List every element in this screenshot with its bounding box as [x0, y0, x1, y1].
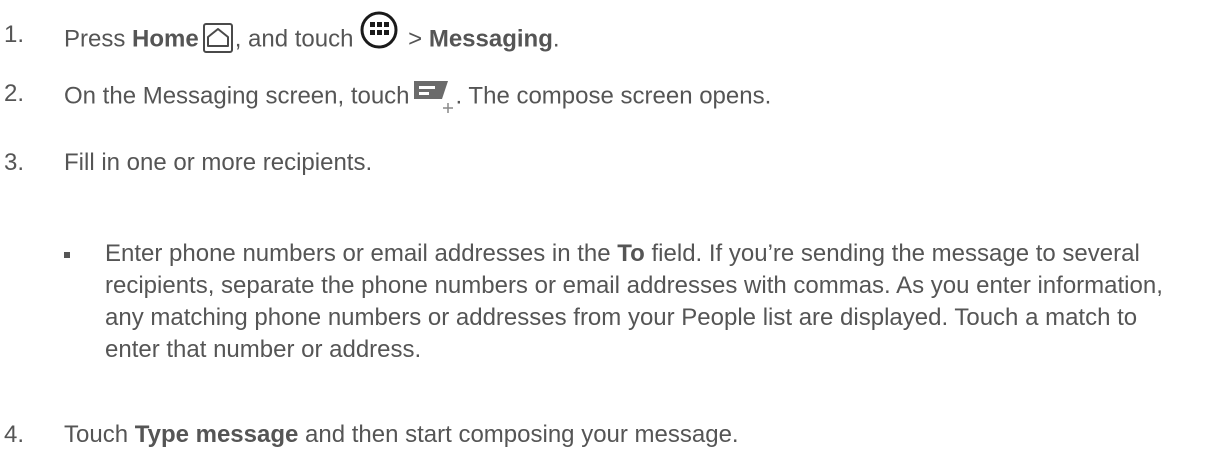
step-text-part: On the Messaging screen, touch	[64, 82, 410, 110]
home-icon	[202, 23, 233, 53]
compose-icon	[412, 77, 456, 113]
step-number: 3.	[4, 149, 25, 176]
step-text-part: , and touch	[234, 25, 354, 53]
step-text: Touch Type message and then start compos…	[64, 420, 739, 450]
step-number: 2.	[4, 80, 25, 107]
type-message-label: Type message	[134, 421, 299, 448]
step-text-part: Touch	[64, 421, 135, 448]
step-text-part: and then start composing your message.	[298, 421, 739, 448]
bullet-text-part: Enter phone numbers or email addresses i…	[105, 240, 618, 267]
step-text-part: Press	[64, 25, 133, 53]
step-text: On the Messaging screen, touch . The comp…	[64, 79, 771, 115]
step-number: 1.	[4, 21, 25, 48]
step-text-part: >	[401, 25, 429, 53]
messaging-label: Messaging	[428, 25, 553, 53]
bullet-text: Enter phone numbers or email addresses i…	[105, 238, 1195, 366]
step-number: 4.	[4, 421, 25, 448]
apps-icon	[359, 10, 399, 50]
bullet-marker	[64, 252, 70, 258]
step-text-part: . The compose screen opens.	[455, 82, 772, 110]
step-text-part: .	[552, 25, 560, 53]
step-text: Press Home , and touch > Messaging.	[64, 11, 560, 60]
to-label: To	[617, 240, 645, 267]
step-text: Fill in one or more recipients.	[64, 149, 373, 176]
home-label: Home	[132, 25, 199, 53]
